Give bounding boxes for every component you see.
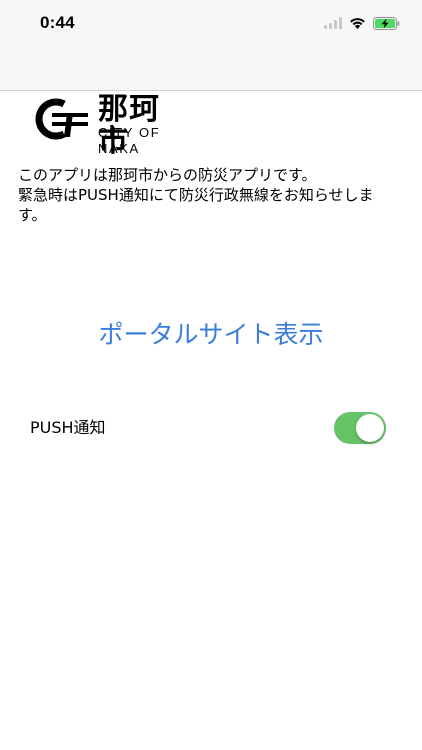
app-description: このアプリは那珂市からの防災アプリです。 緊急時はPUSH通知にて防災行政無線を…	[18, 165, 398, 225]
push-notification-row: PUSH通知	[0, 404, 422, 450]
description-line-2: 緊急時はPUSH通知にて防災行政無線をお知らせします。	[18, 186, 374, 224]
naka-city-logo: 那珂市 CITY OF NAKA	[26, 94, 186, 158]
naka-city-emblem	[35, 98, 88, 140]
navigation-bar	[0, 46, 422, 91]
status-bar: 0:44	[0, 0, 422, 46]
logo-english-text: CITY OF NAKA	[98, 125, 161, 156]
description-line-1: このアプリは那珂市からの防災アプリです。	[18, 166, 317, 184]
toggle-knob	[356, 414, 384, 442]
push-notification-toggle[interactable]	[334, 412, 386, 444]
portal-site-button[interactable]: ポータルサイト表示	[0, 318, 422, 352]
status-time: 0:44	[40, 13, 75, 32]
status-icons	[324, 15, 400, 31]
push-notification-label: PUSH通知	[30, 418, 106, 437]
wifi-icon	[350, 18, 365, 29]
signal-icon	[324, 17, 342, 29]
battery-charging-icon	[373, 16, 400, 30]
